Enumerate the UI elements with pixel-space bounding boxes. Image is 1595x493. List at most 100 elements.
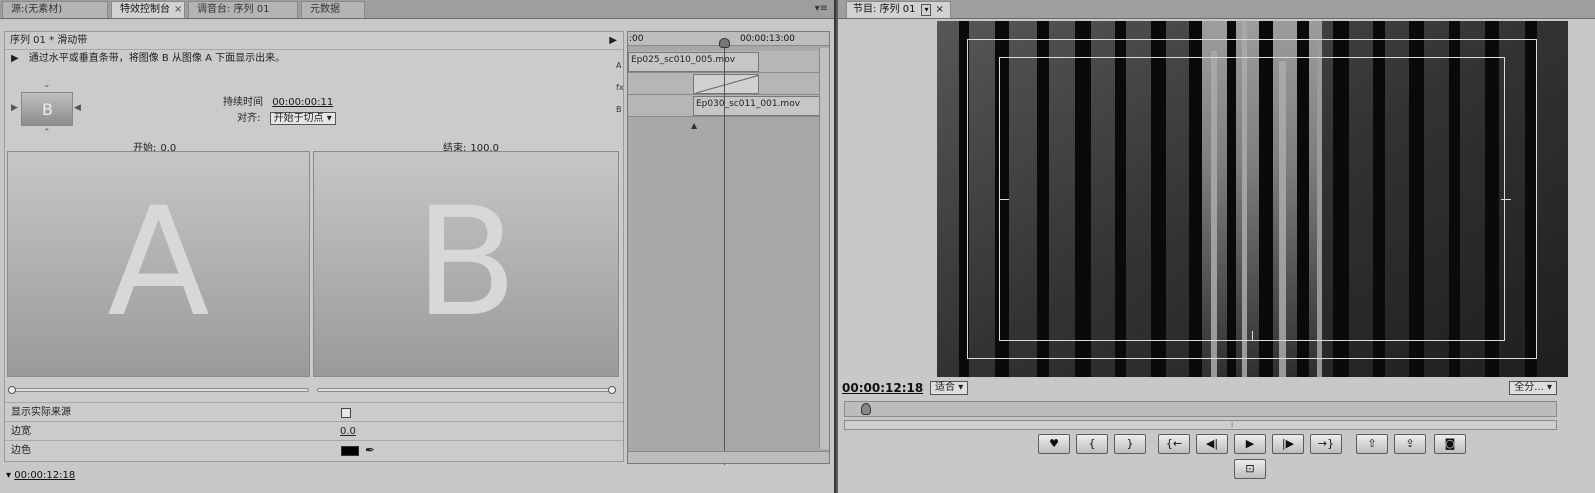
step-forward-button[interactable]: |▶ [1272, 434, 1304, 454]
tab-label: 节目: 序列 01 [853, 4, 916, 15]
preview-b-letter: B [414, 176, 518, 350]
track-a-label: A [616, 61, 622, 70]
program-monitor-panel: 节目: 序列 01 ▾ × 00:00:12:18 适合 ▾ 全分... ▾ ⁞… [838, 0, 1595, 493]
end-slider[interactable] [317, 386, 616, 394]
playhead-icon[interactable] [861, 403, 871, 415]
duration-value[interactable]: 00:00:00:11 [272, 97, 333, 108]
clip-b[interactable]: Ep030_sc011_001.mov [693, 96, 820, 116]
camera-icon: ◙ [1444, 437, 1456, 450]
border-width-value[interactable]: 0.0 [340, 422, 356, 441]
marker-icon: ♥ [1049, 437, 1059, 450]
preview-b: B [313, 151, 619, 377]
go-to-in-icon: {← [1165, 437, 1183, 450]
tab-metadata[interactable]: 元数据 [301, 1, 365, 18]
track-b: Ep030_sc011_001.mov [628, 95, 829, 117]
panel-menu-icon[interactable]: ▾≡ [815, 3, 828, 14]
tab-effect-controls[interactable]: 特效控制台 × [111, 1, 185, 18]
border-color-row: 边色 ✒ [5, 440, 623, 459]
transition-clip[interactable] [693, 74, 759, 94]
start-slider[interactable] [8, 386, 309, 394]
tab-audio-mixer[interactable]: 调音台: 序列 01 [188, 1, 298, 18]
show-sources-row: 显示实际来源 [5, 402, 623, 421]
vertical-scrollbar[interactable] [819, 48, 829, 449]
effect-properties: 序列 01 * 滑动带 ▶ ▶ 通过水平或垂直条带，将图像 B 从图像 A 下面显… [4, 31, 624, 462]
show-sources-checkbox[interactable] [341, 408, 351, 418]
tab-source[interactable]: 源:(无素材) [2, 1, 108, 18]
eyedropper-icon[interactable]: ✒ [365, 441, 375, 460]
premiere-workspace: 源:(无素材) 特效控制台 × 调音台: 序列 01 元数据 ▾≡ 序列 01 *… [0, 0, 1595, 493]
play-transition-icon[interactable]: ▶ [11, 53, 19, 64]
border-color-swatch[interactable] [341, 446, 359, 456]
bottom-timecode: ▾ 00:00:12:18 [6, 470, 75, 481]
safe-tick-right [1501, 199, 1511, 200]
extract-button[interactable]: ⇪ [1394, 434, 1426, 454]
time-ruler[interactable] [844, 401, 1557, 417]
sequence-row: 序列 01 * 滑动带 ▶ [5, 32, 623, 50]
show-sources-label: 显示实际来源 [11, 407, 71, 418]
safe-margins-button[interactable]: ⊡ [1234, 459, 1266, 479]
export-frame-button[interactable]: ◙ [1434, 434, 1466, 454]
current-timecode[interactable]: 00:00:12:18 [842, 381, 923, 395]
go-to-out-button[interactable]: →} [1310, 434, 1342, 454]
tab-program[interactable]: 节目: 序列 01 ▾ × [846, 1, 951, 18]
preview-a: A [7, 151, 310, 377]
play-button[interactable]: ▶ [1234, 434, 1266, 454]
alignment-row: 对齐: 开始于切点 ▾ [237, 109, 336, 125]
mini-timeline: :00 00:00:13:00 Ep025_sc010_005.mov Ep03… [627, 31, 830, 465]
border-color-label: 边色 [11, 445, 31, 456]
thumb-glyph: B [42, 100, 53, 119]
safe-tick-bottom [1252, 331, 1253, 341]
description-row: ▶ 通过水平或垂直条带，将图像 B 从图像 A 下面显示出来。 [5, 50, 623, 68]
track-b-label: B [616, 105, 622, 114]
left-tabbar: 源:(无素材) 特效控制台 × 调音台: 序列 01 元数据 ▾≡ [0, 0, 834, 19]
lift-button[interactable]: ⇧ [1356, 434, 1388, 454]
mark-in-button[interactable]: { [1076, 434, 1108, 454]
close-icon[interactable]: × [174, 4, 182, 15]
expand-arrow-icon[interactable]: ▶ [609, 32, 617, 50]
arrow-left-icon[interactable]: ▶ [11, 103, 18, 113]
resolution-select[interactable]: 全分... ▾ [1509, 381, 1557, 395]
mark-out-button[interactable]: } [1114, 434, 1146, 454]
tab-label: 源:(无素材) [11, 4, 63, 15]
arrow-down-icon[interactable]: ⌃ [43, 128, 51, 138]
add-marker-button[interactable]: ♥ [1038, 434, 1070, 454]
mark-out-icon: } [1126, 437, 1134, 450]
arrow-right-icon[interactable]: ◀ [74, 103, 81, 113]
bottom-time-value[interactable]: 00:00:12:18 [14, 470, 75, 481]
resolution-label: 全分... [1514, 382, 1544, 393]
step-forward-icon: |▶ [1281, 437, 1295, 450]
start-slider-knob[interactable] [8, 386, 16, 394]
sequence-title: 序列 01 * 滑动带 [10, 35, 88, 46]
program-video-frame [937, 21, 1568, 377]
safe-margins-icon: ⊡ [1245, 462, 1255, 475]
playhead-line [724, 40, 725, 465]
track-fx-label: fx [616, 83, 624, 92]
alignment-value: 开始于切点 [273, 113, 324, 124]
playhead-icon[interactable] [719, 38, 730, 48]
zoom-handle[interactable]: ⁞ [1231, 421, 1233, 429]
go-to-out-icon: →} [1317, 437, 1335, 450]
arrow-up-icon[interactable]: ⌄ [43, 80, 51, 90]
alignment-select[interactable]: 开始于切点 ▾ [269, 112, 336, 125]
transition-diagonal [695, 75, 758, 93]
clip-a[interactable]: Ep025_sc010_005.mov [628, 52, 759, 72]
chevron-down-icon[interactable]: ▾ [921, 4, 932, 16]
effect-controls-panel: 源:(无素材) 特效控制台 × 调音台: 序列 01 元数据 ▾≡ 序列 01 *… [0, 0, 836, 493]
zoom-select[interactable]: 适合 ▾ [930, 381, 969, 395]
close-icon[interactable]: × [935, 4, 943, 15]
clip-a-label: Ep025_sc010_005.mov [631, 55, 736, 65]
play-icon: ▶ [1245, 437, 1255, 450]
clip-b-label: Ep030_sc011_001.mov [696, 99, 801, 109]
chevron-down-icon: ▾ [1546, 382, 1552, 393]
end-slider-knob[interactable] [608, 386, 616, 394]
tab-label: 调音台: 序列 01 [197, 4, 270, 15]
step-back-button[interactable]: ◀| [1196, 434, 1228, 454]
ruler-start: :00 [629, 34, 644, 44]
border-width-row: 边宽 0.0 [5, 421, 623, 440]
playhead-icon: ▾ [6, 470, 12, 481]
zoom-label: 适合 [935, 382, 955, 393]
preview-a-letter: A [107, 176, 210, 350]
horizontal-scrollbar[interactable] [628, 451, 829, 463]
go-to-in-button[interactable]: {← [1158, 434, 1190, 454]
viewing-area-bar[interactable]: ⁞ [844, 420, 1557, 430]
